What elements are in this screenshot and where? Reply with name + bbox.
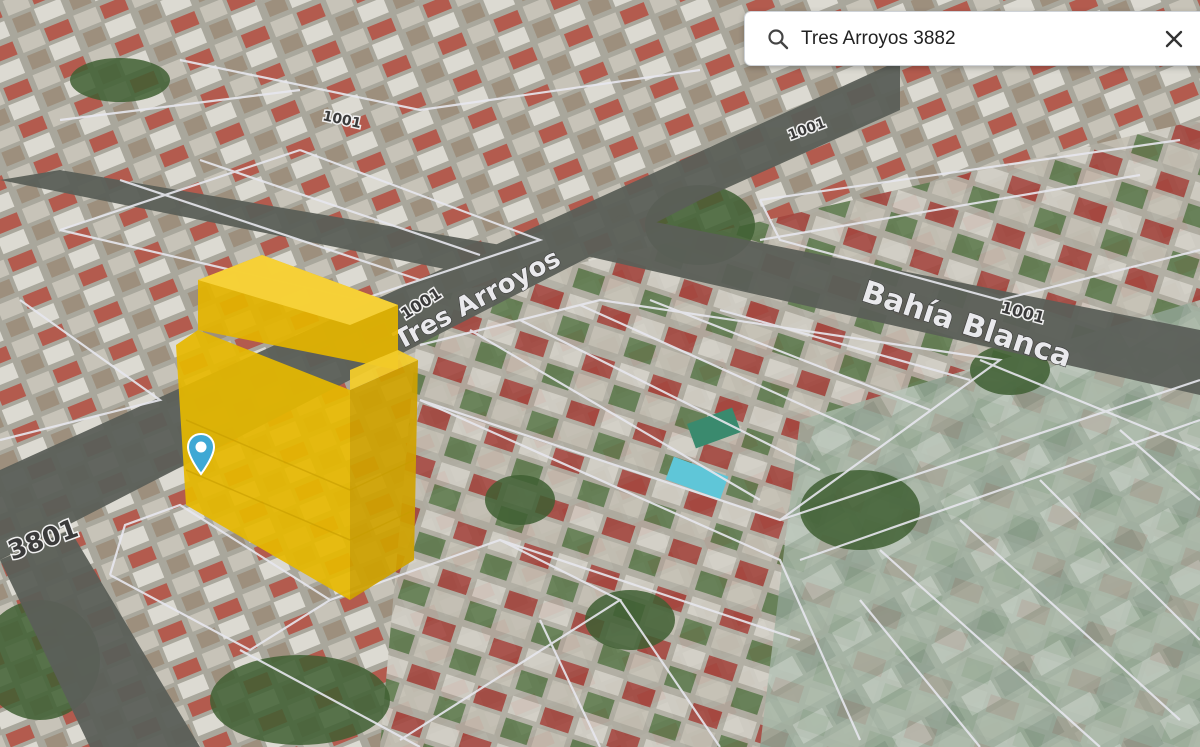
map-pin-icon[interactable] [185, 432, 217, 476]
map-viewport[interactable]: Tres Arroyos Bahía Blanca 3801 1001 1001… [0, 0, 1200, 747]
search-input[interactable] [801, 23, 1161, 54]
search-icon[interactable] [765, 26, 791, 52]
close-icon[interactable] [1161, 26, 1187, 52]
address-search-bar [744, 11, 1200, 66]
satellite-3d-map[interactable]: Tres Arroyos Bahía Blanca 3801 1001 1001… [0, 0, 1200, 747]
